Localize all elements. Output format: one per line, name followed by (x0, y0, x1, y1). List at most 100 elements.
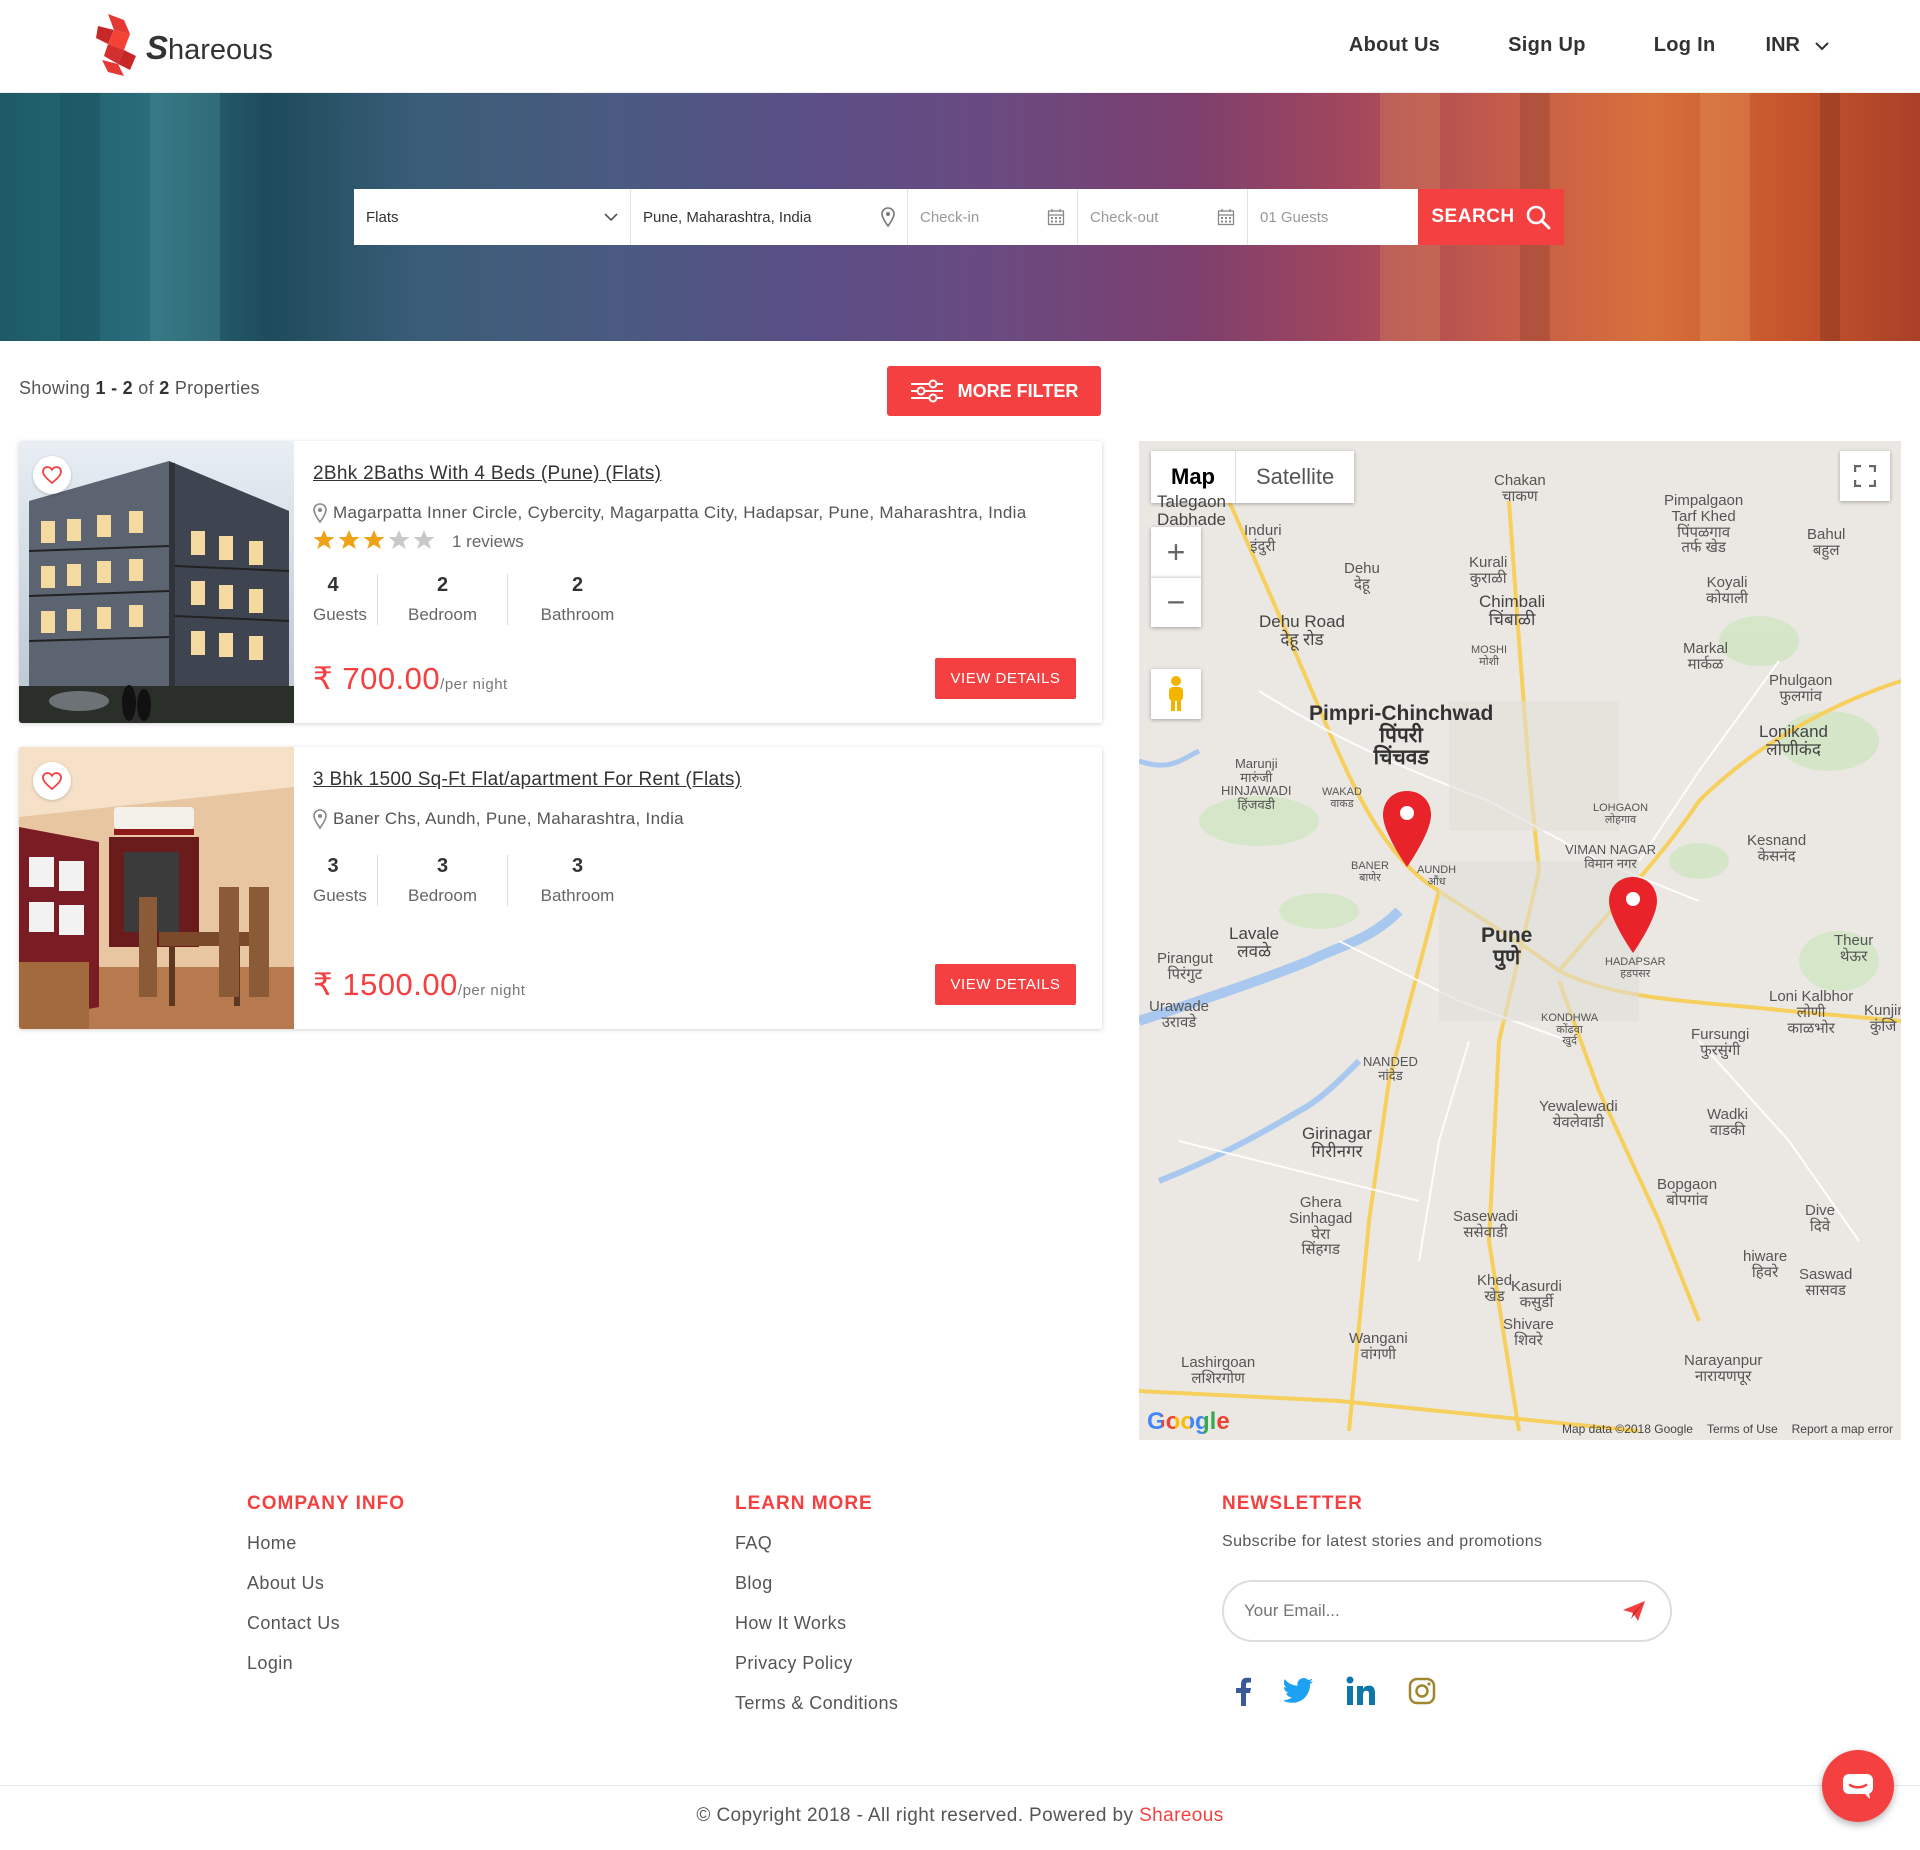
social-links (1234, 1676, 1468, 1706)
map-label: Wangani वांगणी (1349, 1330, 1408, 1363)
property-type-select[interactable]: Flats (354, 189, 631, 245)
star-filled-icon (313, 530, 335, 549)
guests-input[interactable]: 01 Guests (1248, 189, 1418, 245)
footer-heading: COMPANY INFO (247, 1493, 406, 1514)
send-icon[interactable] (1622, 1600, 1646, 1622)
footer-company: COMPANY INFO Home About Us Contact Us Lo… (247, 1493, 405, 1693)
more-filter-button[interactable]: MORE FILTER (887, 366, 1101, 416)
footer-link-blog[interactable]: Blog (735, 1573, 898, 1594)
map-report-link[interactable]: Report a map error (1792, 1422, 1893, 1436)
search-bar: Flats Pune, Maharashtra, India Check-in … (354, 189, 1564, 245)
map-view[interactable]: Map Satellite + − Chakan चाकण Talegaon Dab… (1139, 441, 1901, 1440)
map-label: Marunji मारुंजी HINJAWADI हिंजवडी (1221, 756, 1292, 812)
fullscreen-icon (1854, 465, 1876, 487)
google-logo: Google (1147, 1408, 1230, 1435)
view-details-button[interactable]: VIEW DETAILS (935, 658, 1076, 699)
zoom-out-button[interactable]: − (1151, 577, 1201, 627)
zoom-in-button[interactable]: + (1151, 527, 1201, 577)
map-label: Theur थेऊर (1834, 932, 1874, 965)
checkout-input[interactable]: Check-out (1078, 189, 1248, 245)
map-marker-icon[interactable] (1381, 789, 1433, 869)
footer-heading: LEARN MORE (735, 1493, 873, 1514)
footer-link-privacy[interactable]: Privacy Policy (735, 1653, 898, 1674)
reviews-count[interactable]: 1 reviews (452, 532, 524, 552)
listing-address-text: Baner Chs, Aundh, Pune, Maharashtra, Ind… (333, 809, 684, 828)
fullscreen-button[interactable] (1840, 451, 1890, 501)
search-icon (1526, 205, 1551, 230)
star-empty-icon (388, 530, 410, 549)
map-label: Pune पुणे (1481, 924, 1533, 970)
location-input[interactable]: Pune, Maharashtra, India (631, 189, 908, 245)
map-label: Chimbali चिंबाळी (1479, 592, 1546, 629)
map-label: Yewalewadi येवलेवाडी (1539, 1098, 1618, 1131)
top-nav: About Us Sign Up Log In INR (1281, 34, 1830, 57)
property-type-value: Flats (366, 208, 399, 226)
map-marker-icon[interactable] (1607, 875, 1659, 955)
map-label: Narayanpur नारायणपूर (1684, 1352, 1763, 1385)
search-button[interactable]: SEARCH (1418, 189, 1564, 245)
nav-signup-link[interactable]: Sign Up (1508, 34, 1586, 57)
linkedin-icon[interactable] (1346, 1676, 1376, 1706)
map-terms-link[interactable]: Terms of Use (1707, 1422, 1778, 1436)
footer-link-faq[interactable]: FAQ (735, 1533, 898, 1554)
listing-card[interactable]: 3 Bhk 1500 Sq-Ft Flat/apartment For Rent… (19, 747, 1102, 1029)
map-label: BANER बाणेर (1351, 860, 1389, 884)
map-label: Dehu Road देहू रोड (1259, 612, 1346, 649)
footer-learn: LEARN MORE FAQ Blog How It Works Privacy… (735, 1493, 898, 1733)
chevron-down-icon (604, 212, 618, 221)
map-label: Bahul बहुल (1807, 526, 1846, 559)
view-details-button[interactable]: VIEW DETAILS (935, 964, 1076, 1005)
footer-link-contact[interactable]: Contact Us (247, 1613, 405, 1634)
heart-icon (42, 772, 62, 790)
footer-link-how-it-works[interactable]: How It Works (735, 1613, 898, 1634)
more-filter-label: MORE FILTER (957, 380, 1079, 401)
nav-login-link[interactable]: Log In (1654, 34, 1716, 57)
site-header: Shareous About Us Sign Up Log In INR (0, 0, 1920, 93)
map-label: Pimpri-Chinchwad पिंपरी चिंचवड (1309, 702, 1494, 770)
map-label: Koyali कोयाली (1706, 574, 1749, 607)
chevron-down-icon (1815, 41, 1829, 50)
bedroom-stat: 2 Bedroom (377, 574, 507, 625)
footer-link-login[interactable]: Login (247, 1653, 405, 1674)
favorite-button[interactable] (33, 762, 71, 800)
search-button-label: SEARCH (1431, 206, 1515, 227)
listing-title[interactable]: 3 Bhk 1500 Sq-Ft Flat/apartment For Rent… (313, 769, 741, 791)
copyright: © Copyright 2018 - All right reserved. P… (696, 1805, 1224, 1826)
chat-icon (1843, 1774, 1873, 1799)
map-label: Lashirgoan लशिरगोण (1181, 1354, 1256, 1387)
guests-stat: 4 Guests (313, 574, 367, 624)
map-label: HADAPSAR हडपसर (1605, 956, 1666, 980)
footer-link-about[interactable]: About Us (247, 1573, 405, 1594)
map-label: Markal मार्कळ (1683, 640, 1729, 673)
star-empty-icon (413, 530, 435, 549)
currency-selector[interactable]: INR (1766, 34, 1830, 57)
bathroom-stat: 2 Bathroom (507, 574, 647, 625)
map-label: VIMAN NAGAR विमान नगर (1565, 842, 1657, 871)
powered-by-link[interactable]: Shareous (1139, 1805, 1224, 1826)
footer-link-terms[interactable]: Terms & Conditions (735, 1693, 898, 1714)
nav-about-link[interactable]: About Us (1349, 34, 1440, 57)
map-label: Wadki वाडकी (1707, 1106, 1749, 1139)
chat-widget-button[interactable] (1822, 1750, 1894, 1822)
footer-link-home[interactable]: Home (247, 1533, 405, 1554)
map-label: Bopgaon बोपगांव (1657, 1176, 1718, 1209)
listing-card[interactable]: 2Bhk 2Baths With 4 Beds (Pune) (Flats) M… (19, 441, 1102, 723)
checkin-input[interactable]: Check-in (908, 189, 1078, 245)
listing-photo[interactable] (19, 441, 294, 723)
instagram-icon[interactable] (1408, 1676, 1436, 1706)
map-label: Urawade उरावडे (1149, 998, 1210, 1031)
twitter-icon[interactable] (1284, 1676, 1314, 1706)
listing-title[interactable]: 2Bhk 2Baths With 4 Beds (Pune) (Flats) (313, 463, 661, 485)
favorite-button[interactable] (33, 456, 71, 494)
listing-photo[interactable] (19, 747, 294, 1029)
street-view-button[interactable] (1151, 669, 1201, 719)
satellite-tab[interactable]: Satellite (1236, 451, 1354, 503)
logo-mark-icon (96, 14, 136, 76)
map-label: Lavale लवळे (1229, 924, 1280, 961)
bathroom-stat: 3 Bathroom (507, 855, 647, 906)
newsletter-email-input[interactable] (1244, 1601, 1584, 1621)
brand-logo[interactable]: Shareous (94, 12, 273, 78)
map-label: Fursungi फुरसुंगी (1691, 1026, 1750, 1059)
facebook-icon[interactable] (1234, 1676, 1252, 1706)
map-label: Saswad सासवड (1799, 1266, 1853, 1299)
